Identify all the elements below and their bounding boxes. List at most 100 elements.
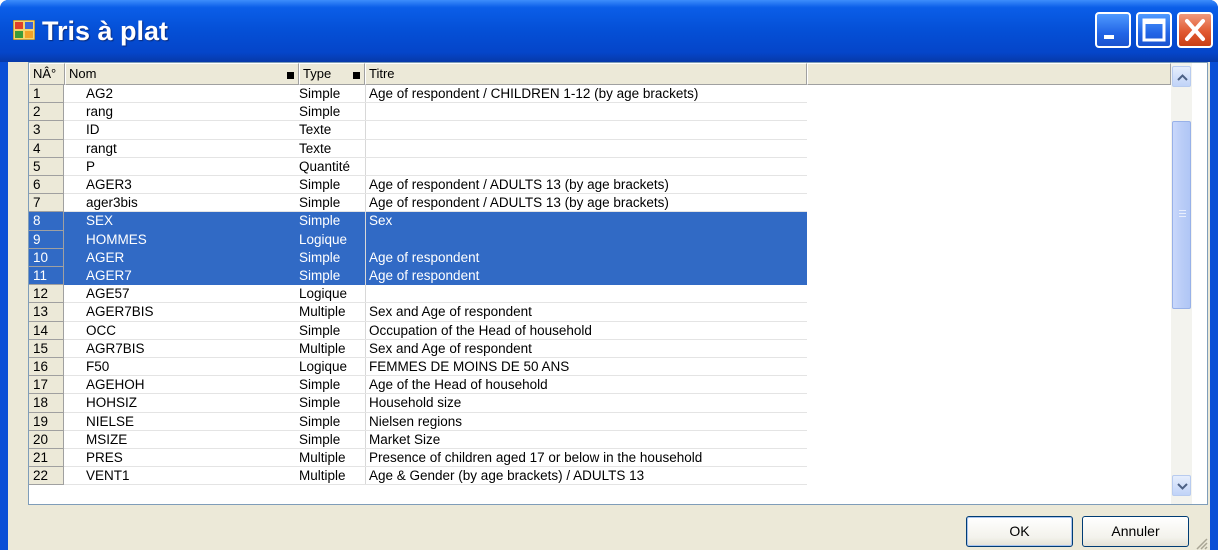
column-header-nom[interactable]: Nom (65, 63, 299, 85)
row-type: Simple (299, 322, 341, 338)
row-nom: AGER7BIS (86, 304, 154, 320)
row-type: Simple (299, 248, 365, 267)
row-nom: ID (86, 122, 100, 138)
table-row[interactable]: 12 AGE57 Logique (29, 285, 807, 304)
table-row[interactable]: 8 SEX Simple Sex (29, 212, 807, 231)
row-nom: NIELSE (86, 413, 135, 429)
row-titre: Presence of children aged 17 or below in… (365, 449, 807, 468)
row-number: 20 (29, 430, 64, 449)
table-row[interactable]: 6 AGER3 Simple Age of respondent / ADULTS 1… (29, 176, 807, 195)
table-row[interactable]: 9 HOMMES Logique (29, 230, 807, 249)
row-number: 15 (29, 339, 64, 358)
sort-marker-icon (353, 72, 360, 79)
table-row[interactable]: 5 P Quantité (29, 157, 807, 176)
ok-button[interactable]: OK (966, 516, 1073, 547)
table-row[interactable]: 1 AG2 Simple Age of respondent / CHILDREN 1… (29, 85, 807, 104)
table-row[interactable]: 19 NIELSE Simple Nielsen regions (29, 412, 807, 431)
row-titre (365, 121, 807, 140)
row-nom: AG2 (86, 86, 114, 101)
dialog-window: Tris à plat NÂ° Nom Type Titre 1 AG2 Sim… (0, 0, 1218, 550)
table-row[interactable]: 4 rangt Texte (29, 139, 807, 158)
table-row[interactable]: 13 AGER7BIS Multiple Sex and Age of respond… (29, 303, 807, 322)
chevron-up-icon (1177, 74, 1188, 81)
scroll-down-button[interactable] (1172, 475, 1191, 496)
row-nom: VENT1 (86, 468, 130, 484)
grid-empty-area (807, 63, 1192, 504)
row-nom: OCC (86, 322, 116, 338)
row-titre: Occupation of the Head of household (365, 321, 807, 340)
row-number: 19 (29, 412, 64, 431)
row-titre: Age of respondent / ADULTS 13 (by age br… (365, 194, 807, 213)
table-row[interactable]: 22 VENT1 Multiple Age & Gender (by age brac… (29, 467, 807, 486)
column-header-empty (807, 63, 1171, 85)
row-type: Simple (299, 267, 365, 286)
variables-grid[interactable]: NÂ° Nom Type Titre 1 AG2 Simple Age of resp… (28, 62, 1208, 505)
row-titre (365, 230, 807, 249)
row-titre: Nielsen regions (365, 412, 807, 431)
row-type: Texte (299, 140, 332, 156)
row-titre: Age & Gender (by age brackets) / ADULTS … (365, 467, 807, 486)
minimize-icon (1104, 35, 1114, 39)
table-row[interactable]: 20 MSIZE Simple Market Size (29, 430, 807, 449)
row-type: Simple (299, 104, 341, 120)
column-header-titre[interactable]: Titre (365, 63, 807, 85)
row-titre: Sex (365, 212, 807, 231)
row-number: 22 (29, 467, 64, 486)
table-row[interactable]: 16 F50 Logique FEMMES DE MOINS DE 50 ANS (29, 358, 807, 377)
table-row[interactable]: 11 AGER7 Simple Age of respondent (29, 267, 807, 286)
row-number: 18 (29, 394, 64, 413)
row-type: Simple (299, 212, 365, 231)
row-number: 1 (29, 85, 64, 104)
table-row[interactable]: 2 rang Simple (29, 103, 807, 122)
row-nom: AGER3 (86, 177, 132, 192)
row-titre: Market Size (365, 430, 807, 449)
row-type: Logique (299, 286, 348, 302)
row-nom: ager3bis (86, 195, 138, 211)
table-row[interactable]: 15 AGR7BIS Multiple Sex and Age of responde… (29, 339, 807, 358)
row-number: 5 (29, 157, 64, 176)
row-titre (365, 103, 807, 122)
row-type: Multiple (299, 468, 346, 484)
column-header-type[interactable]: Type (299, 63, 365, 85)
table-row[interactable]: 18 HOHSIZ Simple Household size (29, 394, 807, 413)
table-row[interactable]: 10 AGER Simple Age of respondent (29, 248, 807, 267)
row-titre (365, 285, 807, 304)
maximize-icon (1142, 18, 1166, 42)
row-type: Simple (299, 413, 341, 429)
column-header-num[interactable]: NÂ° (29, 63, 65, 85)
table-row[interactable]: 7 ager3bis Simple Age of respondent / ADULT… (29, 194, 807, 213)
cancel-button[interactable]: Annuler (1082, 516, 1189, 547)
row-nom: rangt (86, 140, 117, 156)
minimize-button[interactable] (1095, 12, 1131, 48)
row-number: 10 (29, 248, 64, 267)
resize-grip-icon[interactable] (1194, 536, 1208, 550)
table-row[interactable]: 14 OCC Simple Occupation of the Head of hou… (29, 321, 807, 340)
row-number: 2 (29, 103, 64, 122)
row-number: 13 (29, 303, 64, 322)
scrollbar-thumb[interactable] (1172, 121, 1191, 309)
close-button[interactable] (1177, 12, 1213, 48)
row-type: Quantité (299, 158, 351, 174)
row-nom: P (86, 158, 96, 174)
row-type: Texte (299, 122, 332, 138)
row-number: 6 (29, 176, 64, 195)
row-nom: HOMMES (64, 230, 299, 249)
table-row[interactable]: 17 AGEHOH Simple Age of the Head of househo… (29, 376, 807, 395)
row-number: 9 (29, 230, 64, 249)
row-number: 4 (29, 139, 64, 158)
maximize-button[interactable] (1136, 12, 1172, 48)
dialog-client-area: NÂ° Nom Type Titre 1 AG2 Simple Age of resp… (8, 62, 1210, 550)
table-row[interactable]: 21 PRES Multiple Presence of children aged … (29, 449, 807, 468)
row-nom: AGER7 (64, 267, 299, 286)
row-nom: AGR7BIS (86, 340, 145, 356)
row-nom: SEX (64, 212, 299, 231)
row-titre: Household size (365, 394, 807, 413)
row-type: Simple (299, 86, 341, 101)
row-titre: Sex and Age of respondent (365, 339, 807, 358)
row-titre: Age of respondent (365, 267, 807, 286)
table-row[interactable]: 3 ID Texte (29, 121, 807, 140)
scroll-up-button[interactable] (1172, 66, 1191, 87)
title-bar[interactable]: Tris à plat (0, 0, 1218, 62)
vertical-scrollbar[interactable] (1171, 63, 1192, 504)
row-nom: AGER (64, 248, 299, 267)
